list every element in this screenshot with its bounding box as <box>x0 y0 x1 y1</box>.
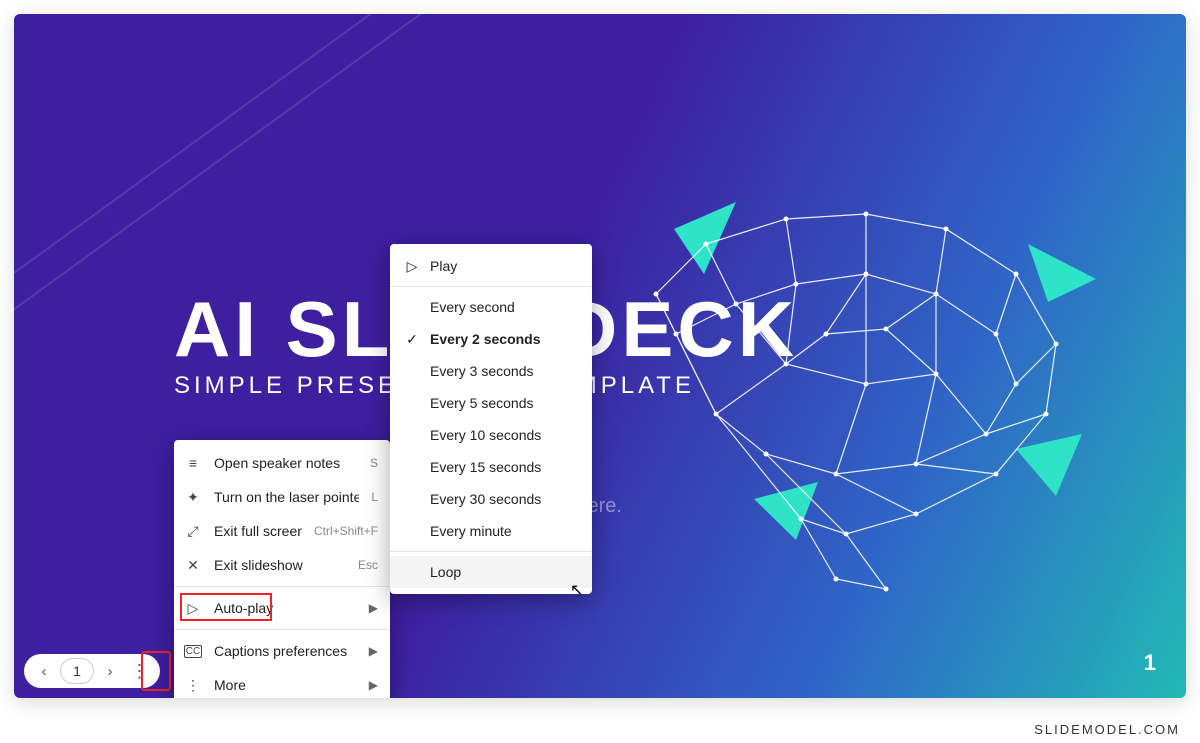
submenu-item-label: Every 15 seconds <box>430 459 578 475</box>
menu-item-laser-pointer[interactable]: ✦ Turn on the laser pointer L <box>174 480 390 514</box>
submenu-item-every-5-seconds[interactable]: Every 5 seconds <box>390 387 592 419</box>
menu-item-shortcut: S <box>370 456 378 470</box>
more-icon: ⋮ <box>184 677 202 694</box>
menu-separator <box>390 551 592 552</box>
submenu-item-label: Every minute <box>430 523 578 539</box>
menu-item-open-speaker-notes[interactable]: ≡ Open speaker notes S <box>174 446 390 480</box>
laser-icon: ✦ <box>184 489 202 506</box>
notes-icon: ≡ <box>184 455 202 471</box>
page-number: 1 <box>1144 650 1156 676</box>
presentation-viewport: AI SLIDE DECK SIMPLE PRESENTATION TEMPLA… <box>14 14 1186 698</box>
menu-item-captions-preferences[interactable]: CC Captions preferences ▶ <box>174 634 390 668</box>
menu-item-label: Turn on the laser pointer <box>214 489 359 505</box>
next-slide-button[interactable]: › <box>96 657 124 685</box>
submenu-item-every-second[interactable]: Every second <box>390 291 592 323</box>
menu-item-label: Auto-play <box>214 600 357 616</box>
submenu-item-label: Every 10 seconds <box>430 427 578 443</box>
menu-item-label: Captions preferences <box>214 643 357 659</box>
submenu-arrow-icon: ▶ <box>369 678 378 692</box>
submenu-item-label: Play <box>430 258 578 274</box>
submenu-item-loop[interactable]: Loop <box>390 556 592 588</box>
brain-illustration <box>586 184 1126 604</box>
submenu-item-every-2-seconds[interactable]: ✓ Every 2 seconds <box>390 323 592 355</box>
cc-icon: CC <box>184 645 202 658</box>
attribution-text: SLIDEMODEL.COM <box>1034 722 1180 737</box>
close-icon: ✕ <box>184 557 202 574</box>
submenu-item-label: Every 3 seconds <box>430 363 578 379</box>
options-menu: ≡ Open speaker notes S ✦ Turn on the las… <box>174 440 390 698</box>
prev-slide-button[interactable]: ‹ <box>30 657 58 685</box>
more-options-button[interactable]: ⋮ <box>126 657 154 685</box>
menu-item-auto-play[interactable]: ▷ Auto-play ▶ <box>174 591 390 625</box>
play-icon: ▷ <box>184 600 202 617</box>
slide-number-input[interactable]: 1 <box>60 658 94 684</box>
submenu-item-play[interactable]: ▷ Play <box>390 250 592 282</box>
play-icon: ▷ <box>404 258 420 275</box>
menu-item-more[interactable]: ⋮ More ▶ <box>174 668 390 698</box>
menu-item-exit-slideshow[interactable]: ✕ Exit slideshow Esc <box>174 548 390 582</box>
submenu-item-label: Every second <box>430 299 578 315</box>
submenu-item-label: Loop <box>430 564 578 580</box>
submenu-item-every-15-seconds[interactable]: Every 15 seconds <box>390 451 592 483</box>
submenu-item-every-30-seconds[interactable]: Every 30 seconds <box>390 483 592 515</box>
menu-separator <box>390 286 592 287</box>
menu-separator <box>174 586 390 587</box>
menu-item-label: Exit slideshow <box>214 557 346 573</box>
menu-item-exit-full-screen[interactable]: ⤢ Exit full screen Ctrl+Shift+F <box>174 514 390 548</box>
menu-separator <box>174 629 390 630</box>
menu-item-shortcut: Ctrl+Shift+F <box>314 524 378 538</box>
menu-item-label: Open speaker notes <box>214 455 358 471</box>
menu-item-shortcut: Esc <box>358 558 378 572</box>
slide-nav: ‹ 1 › ⋮ <box>24 654 160 688</box>
submenu-arrow-icon: ▶ <box>369 601 378 615</box>
submenu-arrow-icon: ▶ <box>369 644 378 658</box>
submenu-item-label: Every 5 seconds <box>430 395 578 411</box>
submenu-item-every-10-seconds[interactable]: Every 10 seconds <box>390 419 592 451</box>
check-icon: ✓ <box>404 331 420 348</box>
submenu-item-every-minute[interactable]: Every minute <box>390 515 592 547</box>
submenu-item-label: Every 30 seconds <box>430 491 578 507</box>
submenu-item-label: Every 2 seconds <box>430 331 578 347</box>
fullscreen-exit-icon: ⤢ <box>184 523 202 540</box>
menu-item-label: More <box>214 677 357 693</box>
autoplay-submenu: ▷ Play Every second ✓ Every 2 seconds Ev… <box>390 244 592 594</box>
submenu-item-every-3-seconds[interactable]: Every 3 seconds <box>390 355 592 387</box>
menu-item-label: Exit full screen <box>214 523 302 539</box>
menu-item-shortcut: L <box>371 490 378 504</box>
